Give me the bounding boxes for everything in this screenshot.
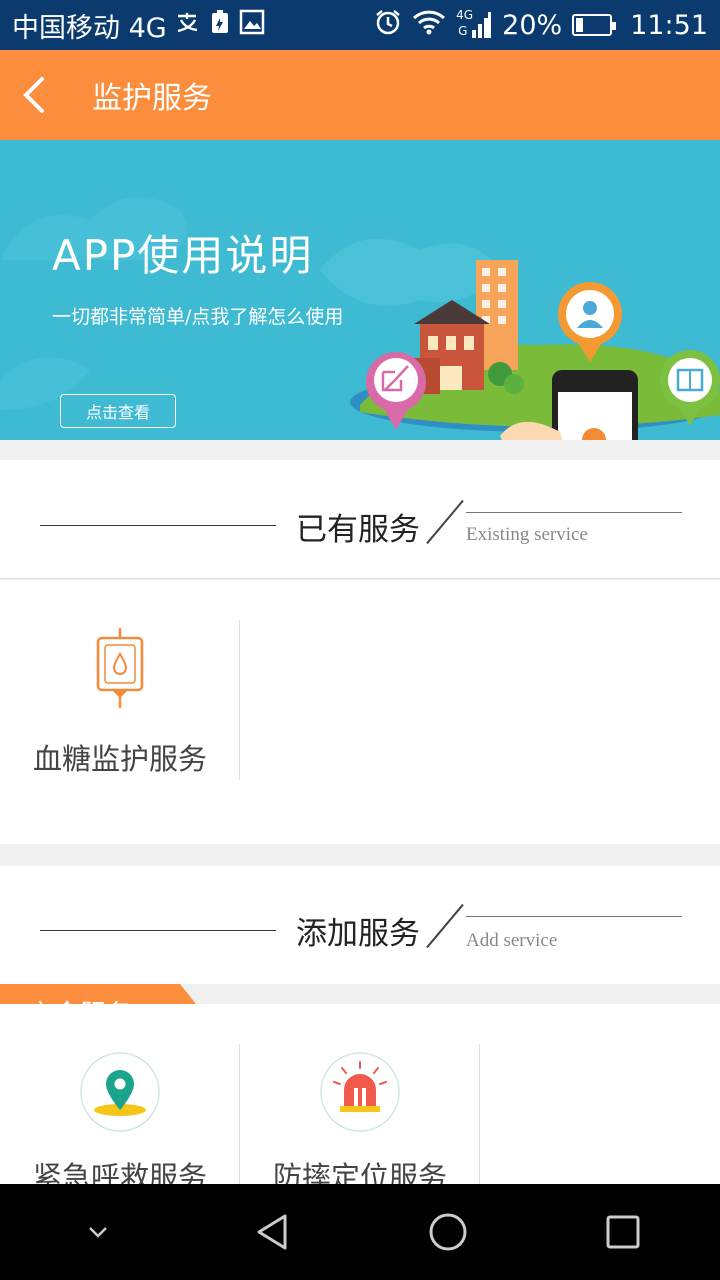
hide-keyboard-button[interactable] (58, 1192, 138, 1272)
existing-service-title: 已有服务 (296, 512, 420, 548)
add-service-header: 添加服务 Add service (0, 866, 720, 984)
image-icon (239, 9, 265, 42)
banner-title: APP使用说明 (52, 231, 314, 280)
system-nav-bar (0, 1184, 720, 1280)
divider-line (40, 930, 276, 931)
home-circle-icon (429, 1213, 466, 1251)
blood-glucose-service-tile[interactable]: 血糖监护服务 (0, 626, 240, 778)
separator (0, 578, 720, 579)
divider-slash (426, 499, 464, 545)
view-guide-button[interactable]: 点击查看 (60, 394, 176, 428)
location-pin-icon (80, 1052, 160, 1132)
service-label: 紧急呼救服务 (32, 1160, 207, 1184)
clock: 11:51 (630, 9, 708, 41)
alipay-icon (175, 10, 201, 41)
add-service-grid: 紧急呼救服务 防摔定位服务 (0, 1004, 720, 1184)
battery-icon (572, 14, 617, 36)
emergency-call-service-tile[interactable]: 紧急呼救服务 (0, 1052, 240, 1184)
signal-icon: 4G G (456, 8, 492, 40)
chevron-left-icon (23, 77, 44, 113)
existing-service-header: 已有服务 Existing service (0, 460, 720, 578)
existing-service-grid: 血糖监护服务 (0, 580, 720, 844)
app-header: 监护服务 (0, 50, 720, 140)
nav-recents-button[interactable] (583, 1192, 663, 1272)
battery-saver-icon (209, 9, 231, 42)
banner-subtitle: 一切都非常简单/点我了解怎么使用 (52, 306, 344, 328)
divider-slash (426, 903, 464, 949)
add-service-title: 添加服务 (296, 916, 420, 952)
page-title: 监护服务 (92, 81, 212, 116)
divider-line (466, 512, 682, 513)
status-bar: 中国移动 4G 4G G 20% 11:51 (0, 0, 720, 50)
fall-location-service-tile[interactable]: 防摔定位服务 (240, 1052, 480, 1184)
app-guide-banner[interactable]: APP使用说明 一切都非常简单/点我了解怎么使用 点击查看 (0, 140, 720, 440)
alarm-siren-icon (320, 1052, 400, 1132)
back-triangle-icon (257, 1214, 286, 1250)
blood-glucose-icon (96, 628, 144, 708)
recents-square-icon (606, 1215, 639, 1249)
back-button[interactable] (0, 50, 70, 140)
nav-home-button[interactable] (408, 1192, 488, 1272)
add-service-subtitle: Add service (466, 930, 558, 951)
screen: 中国移动 4G 4G G 20% 11:51 监护服务 APP使用说明 一切都非… (0, 0, 720, 1280)
tile-divider (479, 1044, 480, 1184)
nav-back-button[interactable] (233, 1192, 313, 1272)
divider-line (40, 525, 276, 526)
carrier-label: 中国移动 4G (12, 12, 167, 44)
existing-service-subtitle: Existing service (466, 524, 588, 545)
alarm-icon (374, 8, 402, 43)
battery-percent: 20% (502, 9, 563, 41)
divider-line (466, 916, 682, 917)
hide-keyboard-icon (88, 1227, 107, 1238)
service-label: 防摔定位服务 (272, 1160, 447, 1184)
tile-divider (239, 620, 240, 780)
wifi-icon (412, 9, 446, 42)
service-label: 血糖监护服务 (32, 742, 207, 776)
